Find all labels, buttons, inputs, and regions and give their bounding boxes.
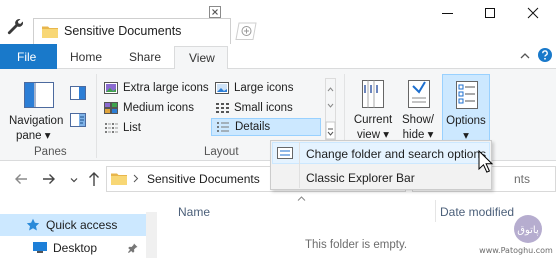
layout-group-label: Layout [204,146,239,158]
chevron-right-icon[interactable] [133,174,139,183]
menu-item-label: Change folder and search options [306,147,487,161]
extra-large-icons-icon [104,82,118,94]
tab-home[interactable]: Home [70,50,102,64]
desktop-icon [33,242,47,253]
layout-item-label: Large icons [234,82,294,94]
preview-pane-icon[interactable] [69,85,87,101]
empty-folder-message: This folder is empty. [305,239,408,251]
folder-options-icon [277,147,293,159]
show-hide-icon [408,80,430,108]
document-tab-title: Sensitive Documents [64,24,182,38]
layout-medium-icons[interactable]: Medium icons [104,99,194,117]
current-view-label-2: view ▾ [357,129,389,141]
layout-item-label: Small icons [234,102,293,114]
small-icons-icon [216,103,229,113]
navigation-pane-button[interactable]: Navigation pane ▾ [6,74,64,144]
large-icons-icon [215,82,229,94]
show-hide-label-2: hide ▾ [402,129,434,141]
layout-large-icons[interactable]: Large icons [215,79,293,97]
layout-item-label: Extra large icons [123,82,209,94]
navigation-pane-scrollbar[interactable] [146,212,157,258]
nav-item-desktop[interactable]: Desktop [53,241,97,255]
layout-extra-large-icons[interactable]: Extra large icons [104,79,209,97]
layout-small-icons[interactable]: Small icons [215,99,293,117]
navigation-pane-label-2: pane ▾ [16,130,51,142]
close-icon[interactable] [209,6,221,18]
layout-gallery-scrollbar[interactable] [325,78,336,140]
layout-item-label: Medium icons [123,102,194,114]
list-icon [105,123,118,133]
svg-text:www.Patoghu.com: www.Patoghu.com [479,246,553,255]
layout-item-label: Details [235,121,271,133]
details-pane-icon[interactable] [69,112,87,128]
document-tab[interactable]: Sensitive Documents [33,18,231,44]
folder-icon [111,173,127,185]
tab-file[interactable]: File [0,44,57,69]
medium-icons-icon [104,102,118,114]
menu-item-label: Classic Explorer Bar [306,171,415,185]
options-button[interactable]: Options ▾ [442,74,490,144]
folder-icon [42,26,58,38]
layout-details[interactable]: Details [211,118,321,136]
group-separator [96,74,97,158]
current-view-button[interactable]: Current view ▾ [352,74,394,144]
panes-group-label: Panes [34,146,67,158]
options-icon [456,81,478,109]
tab-view[interactable]: View [174,46,228,70]
tab-view-label: View [189,51,215,65]
sort-arrow-icon [297,196,306,201]
details-icon [217,122,229,132]
up-arrow-icon[interactable] [87,171,101,187]
navigation-pane-icon [24,82,54,108]
current-view-icon [362,80,384,108]
wrench-icon[interactable] [6,17,24,35]
close-window-icon[interactable] [521,2,545,24]
column-divider[interactable] [435,200,436,222]
show-hide-button[interactable]: Show/ hide ▾ [398,74,438,144]
layout-item-label: List [123,122,141,134]
new-tab-icon[interactable] [235,22,257,40]
chevron-down-icon[interactable] [70,177,78,183]
forward-arrow-icon[interactable] [42,172,56,186]
maximize-icon[interactable] [480,3,500,23]
layout-list[interactable]: List [104,119,141,137]
show-hide-label: Show/ [402,114,434,126]
tab-share[interactable]: Share [129,50,161,64]
navigation-pane-label: Navigation [9,115,64,127]
svg-text:پاتوق: پاتوق [517,225,539,236]
options-label: Options [446,115,486,127]
column-header-name[interactable]: Name [178,205,210,219]
pin-icon[interactable] [128,243,138,253]
search-placeholder: nts [514,172,531,186]
nav-item-label: Quick access [46,218,118,232]
current-view-label: Current [353,114,393,126]
minimize-icon[interactable] [436,4,460,22]
mouse-cursor-icon [478,150,494,173]
tab-file-label: File [17,50,37,64]
chevron-up-icon[interactable] [519,51,531,61]
address-path[interactable]: Sensitive Documents [147,172,260,186]
star-icon [26,218,40,231]
help-icon[interactable] [537,47,553,63]
watermark-logo: پاتوق www.Patoghu.com [479,215,553,255]
back-arrow-icon[interactable] [14,172,28,186]
